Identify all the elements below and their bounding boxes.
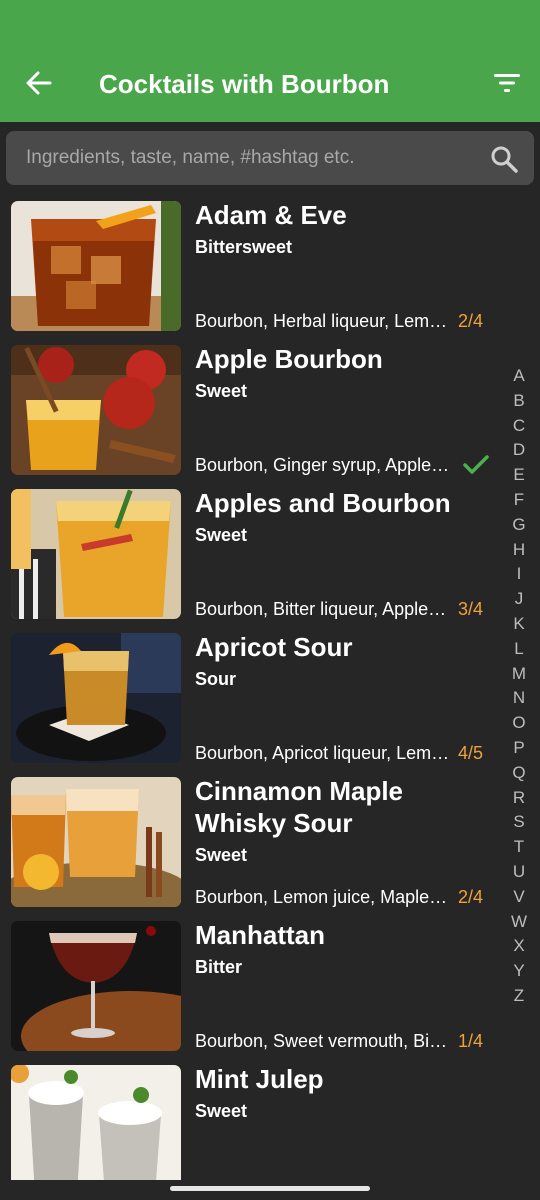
- cocktail-item[interactable]: Cinnamon Maple Whisky Sour Sweet Bourbon…: [0, 771, 500, 915]
- alphabet-letter[interactable]: I: [505, 562, 533, 587]
- alphabet-letter[interactable]: C: [505, 414, 533, 439]
- alphabet-letter[interactable]: Q: [505, 761, 533, 786]
- cocktail-taste: Sour: [195, 669, 237, 689]
- cocktail-item[interactable]: Mint Julep Sweet: [0, 1059, 500, 1180]
- cocktail-item[interactable]: Apple Bourbon Sweet Bourbon, Ginger syru…: [0, 339, 500, 483]
- cocktail-image: [11, 777, 181, 907]
- cocktail-ingredients: Bourbon, Apricot liqueur, Lemon juice: [195, 743, 450, 763]
- cocktail-name: Apples and Bourbon: [195, 488, 451, 518]
- cocktail-taste: Sweet: [195, 1101, 248, 1121]
- cocktail-name: Manhattan: [195, 920, 325, 950]
- cocktail-list: Adam & Eve Bittersweet Bourbon, Herbal l…: [0, 195, 500, 1180]
- cocktail-ingredients: Bourbon, Herbal liqueur, Lemon juice: [195, 311, 450, 331]
- cocktail-ingredients: Bourbon, Lemon juice, Maple syrup: [195, 887, 450, 907]
- alphabet-letter[interactable]: S: [505, 810, 533, 835]
- cocktail-ingredients: Bourbon, Ginger syrup, Apple juice: [195, 455, 450, 475]
- alphabet-letter[interactable]: N: [505, 686, 533, 711]
- alphabet-letter[interactable]: F: [505, 488, 533, 513]
- cocktail-taste: Sweet: [195, 381, 248, 401]
- ingredient-count: 1/4: [458, 1031, 484, 1051]
- cocktail-image: [11, 921, 181, 1051]
- alphabet-letter[interactable]: B: [505, 389, 533, 414]
- cocktail-image: [11, 345, 181, 475]
- alphabet-letter[interactable]: A: [505, 364, 533, 389]
- alphabet-letter[interactable]: O: [505, 711, 533, 736]
- cocktail-ingredients: Bourbon, Bitter liqueur, Apple juice: [195, 599, 450, 619]
- home-indicator[interactable]: [170, 1186, 370, 1191]
- cocktail-name: Adam & Eve: [195, 200, 347, 230]
- ingredient-count: 2/4: [458, 887, 484, 907]
- check-icon: [463, 455, 489, 474]
- search-icon[interactable]: [488, 143, 520, 175]
- alphabet-letter[interactable]: M: [505, 662, 533, 687]
- alphabet-letter[interactable]: Z: [505, 984, 533, 1009]
- filter-icon[interactable]: [490, 66, 524, 100]
- alphabet-letter[interactable]: J: [505, 587, 533, 612]
- alphabet-letter[interactable]: D: [505, 438, 533, 463]
- alphabet-letter[interactable]: V: [505, 885, 533, 910]
- ingredient-count: 4/5: [458, 743, 484, 763]
- alphabet-letter[interactable]: U: [505, 860, 533, 885]
- ingredient-count: 3/4: [458, 599, 484, 619]
- alphabet-letter[interactable]: H: [505, 538, 533, 563]
- cocktail-name: Mint Julep: [195, 1064, 324, 1094]
- cocktail-taste: Bittersweet: [195, 237, 293, 257]
- alphabet-letter[interactable]: R: [505, 786, 533, 811]
- alphabet-index: ABCDEFGHIJKLMNOPQRSTUVWXYZ: [505, 364, 533, 1009]
- cocktail-item[interactable]: Manhattan Bitter Bourbon, Sweet vermouth…: [0, 915, 500, 1059]
- alphabet-letter[interactable]: L: [505, 637, 533, 662]
- cocktail-name: Apple Bourbon: [195, 344, 383, 374]
- alphabet-letter[interactable]: T: [505, 835, 533, 860]
- cocktail-image: [11, 1065, 181, 1180]
- cocktail-taste: Bitter: [195, 957, 243, 977]
- search-bar: [6, 131, 534, 185]
- page-title: Cocktails with Bourbon: [99, 69, 390, 99]
- back-arrow-icon[interactable]: [22, 66, 56, 100]
- cocktail-name: Cinnamon Maple Whisky Sour: [195, 776, 404, 838]
- cocktail-taste: Sweet: [195, 845, 248, 865]
- cocktail-image: [11, 201, 181, 331]
- alphabet-letter[interactable]: X: [505, 934, 533, 959]
- alphabet-letter[interactable]: K: [505, 612, 533, 637]
- cocktail-taste: Sweet: [195, 525, 248, 545]
- cocktail-ingredients: Bourbon, Sweet vermouth, Bitters: [195, 1031, 450, 1051]
- alphabet-letter[interactable]: W: [505, 910, 533, 935]
- cocktail-image: [11, 489, 181, 619]
- cocktail-item[interactable]: Apples and Bourbon Sweet Bourbon, Bitter…: [0, 483, 500, 627]
- alphabet-letter[interactable]: P: [505, 736, 533, 761]
- app-bar: [0, 0, 540, 122]
- alphabet-letter[interactable]: G: [505, 513, 533, 538]
- cocktail-name: Apricot Sour: [195, 632, 353, 662]
- cocktail-item[interactable]: Apricot Sour Sour Bourbon, Apricot lique…: [0, 627, 500, 771]
- cocktail-item[interactable]: Adam & Eve Bittersweet Bourbon, Herbal l…: [0, 195, 500, 339]
- alphabet-letter[interactable]: Y: [505, 959, 533, 984]
- alphabet-letter[interactable]: E: [505, 463, 533, 488]
- search-input[interactable]: [6, 131, 476, 185]
- cocktail-image: [11, 633, 181, 763]
- ingredient-count: 2/4: [458, 311, 484, 331]
